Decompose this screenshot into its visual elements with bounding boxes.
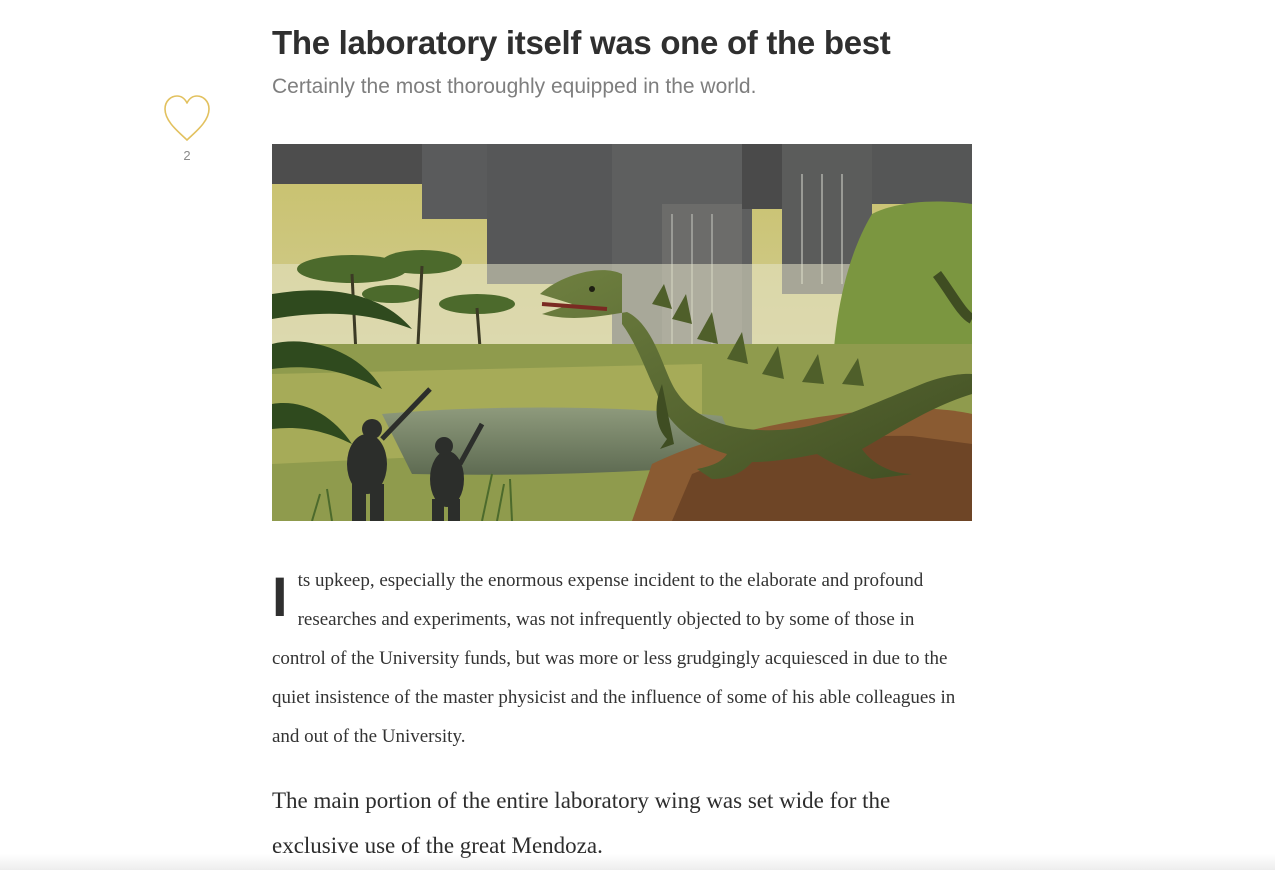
- drop-cap: I: [272, 565, 288, 628]
- article-illustration: [272, 144, 972, 521]
- article: The laboratory itself was one of the bes…: [272, 0, 972, 868]
- heart-icon[interactable]: [162, 94, 212, 144]
- like-count: 2: [183, 148, 191, 163]
- lead-paragraph: Its upkeep, especially the enormous expe…: [272, 561, 972, 756]
- article-title: The laboratory itself was one of the bes…: [272, 24, 891, 61]
- article-subtitle: Certainly the most thoroughly equipped i…: [272, 75, 757, 98]
- dinosaur-illustration: [272, 144, 972, 521]
- lead-paragraph-text: ts upkeep, especially the enormous expen…: [272, 570, 956, 747]
- bottom-fade: [0, 854, 1275, 870]
- like-widget: 2: [162, 94, 212, 163]
- page: 2 The laboratory itself was one of the b…: [0, 0, 1275, 870]
